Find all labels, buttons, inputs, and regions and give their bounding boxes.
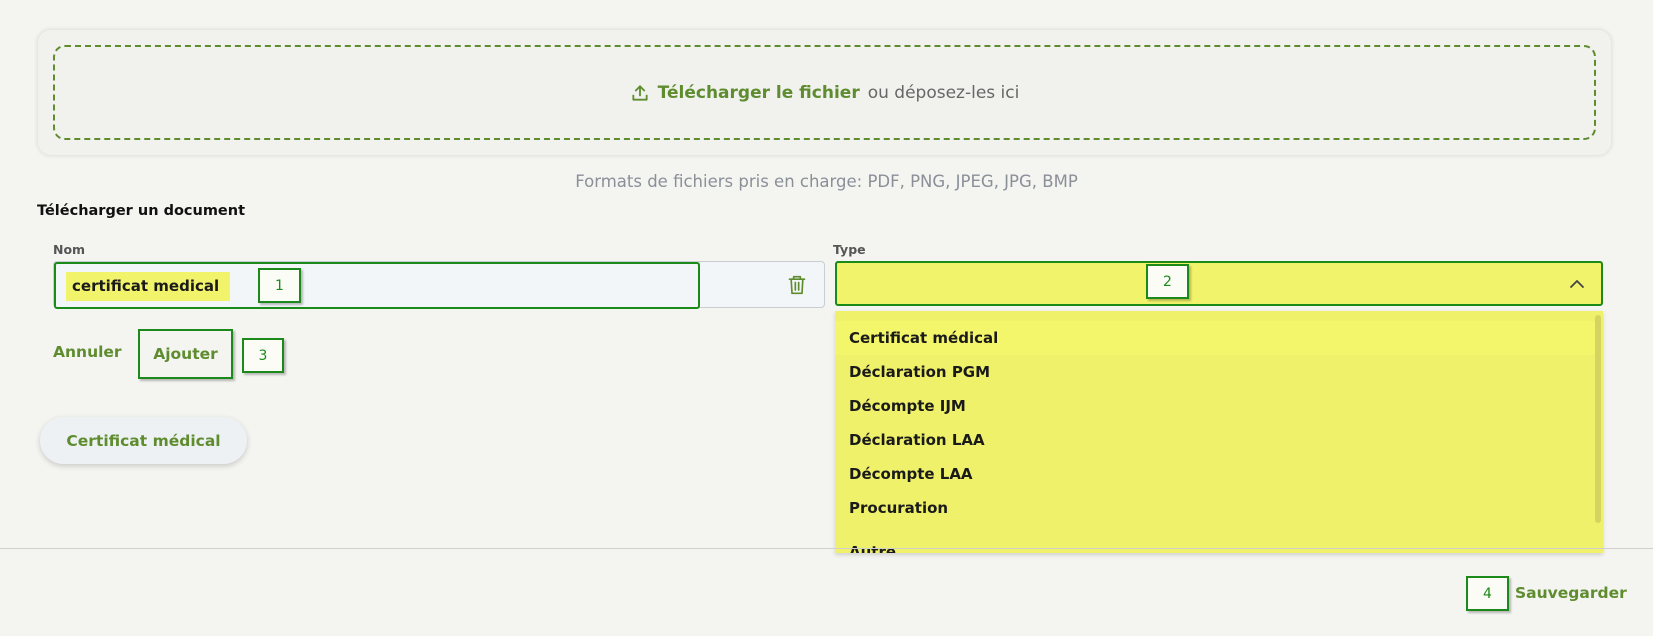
supported-formats: Formats de fichiers pris en charge: PDF,… <box>575 172 1078 191</box>
trash-icon[interactable] <box>787 274 807 296</box>
save-button[interactable]: Sauvegarder <box>1515 584 1627 602</box>
dropdown-option[interactable]: Autre <box>835 535 1595 553</box>
file-dropzone[interactable]: Télécharger le fichier ou déposez-les ic… <box>53 45 1596 140</box>
type-select[interactable] <box>835 261 1603 306</box>
annotation-badge-4: 4 <box>1466 576 1509 611</box>
chevron-up-icon[interactable] <box>1569 278 1585 290</box>
name-input[interactable]: certificat medical <box>54 262 700 309</box>
dropdown-option[interactable]: Déclaration LAA <box>835 423 1595 457</box>
dropdown-option[interactable]: Certificat médical <box>835 321 1595 355</box>
dropdown-option[interactable]: Procuration <box>835 491 1595 525</box>
dropdown-option[interactable]: Décompte LAA <box>835 457 1595 491</box>
type-label: Type <box>833 242 866 257</box>
upload-card: Télécharger le fichier ou déposez-les ic… <box>37 29 1612 156</box>
dropdown-option[interactable]: Décompte IJM <box>835 389 1595 423</box>
drop-hint: ou déposez-les ici <box>867 82 1020 103</box>
annotation-badge-3: 3 <box>242 338 284 373</box>
dropdown-option[interactable]: Déclaration PGM <box>835 355 1595 389</box>
type-dropdown-list: Certificat médical Déclaration PGM Décom… <box>835 311 1603 553</box>
cancel-button[interactable]: Annuler <box>53 343 122 361</box>
upload-file-link[interactable]: Télécharger le fichier <box>658 83 860 103</box>
name-field-wrapper: certificat medical <box>53 261 825 309</box>
name-label: Nom <box>53 242 86 257</box>
section-title: Télécharger un document <box>37 203 246 219</box>
add-button[interactable]: Ajouter <box>138 329 233 379</box>
document-chip[interactable]: Certificat médical <box>40 417 247 464</box>
dropdown-scrollbar[interactable] <box>1595 315 1601 523</box>
annotation-badge-1: 1 <box>258 268 301 303</box>
upload-icon <box>632 84 648 101</box>
annotation-badge-2: 2 <box>1146 264 1189 299</box>
footer-divider <box>0 548 1653 549</box>
name-input-value: certificat medical <box>66 272 230 301</box>
